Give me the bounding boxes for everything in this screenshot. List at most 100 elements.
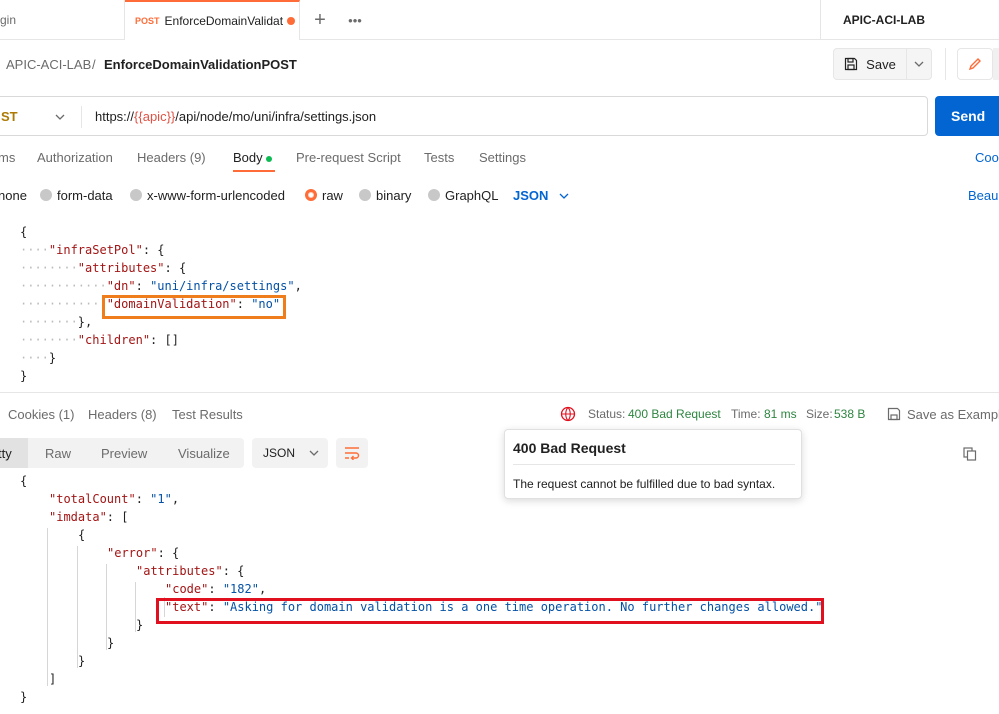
tab-response-headers[interactable]: Headers (8) xyxy=(88,407,157,422)
tab-cookies[interactable]: Cookies (1) xyxy=(8,407,74,422)
wrap-lines-icon xyxy=(345,447,360,460)
save-options-button[interactable] xyxy=(906,48,932,80)
toolbar-overflow xyxy=(993,48,999,80)
view-preview-label: Preview xyxy=(101,445,148,461)
size-label: Size: xyxy=(806,407,833,421)
tab-test-results[interactable]: Test Results xyxy=(172,407,243,422)
url-input[interactable]: https://{{apic}}/api/node/mo/uni/infra/s… xyxy=(95,109,376,124)
cookies-link[interactable]: Coo xyxy=(975,150,999,165)
indent-guide xyxy=(47,528,48,686)
save-icon xyxy=(845,57,858,71)
resp-line-7: "code": "182", xyxy=(165,582,267,596)
key-attributes: "attributes" xyxy=(77,261,165,275)
tooltip-divider xyxy=(513,464,795,465)
status-tooltip: 400 Bad Request The request cannot be fu… xyxy=(504,429,802,499)
body-type-urlencoded[interactable]: x-www-form-urlencoded xyxy=(147,188,285,203)
response-format-label: JSON xyxy=(263,446,296,460)
view-visualize[interactable]: Visualize xyxy=(178,438,230,468)
key-infrasetpol: "infraSetPol" xyxy=(48,243,143,257)
tab-active-request[interactable]: POST EnforceDomainValidat xyxy=(125,0,300,40)
tab-body[interactable]: Body xyxy=(233,150,263,165)
breadcrumb-collection[interactable]: APIC-ACI-LAB xyxy=(6,57,91,72)
value-totalcount: "1" xyxy=(150,492,172,506)
method-chevron-down-icon[interactable] xyxy=(55,114,65,120)
view-pretty[interactable]: tty xyxy=(0,438,28,468)
url-variable: {{apic}} xyxy=(134,109,176,124)
time-value[interactable]: 81 ms xyxy=(764,407,797,421)
active-tab-underline xyxy=(233,170,275,172)
url-prefix: https:// xyxy=(95,109,135,124)
view-raw-label: Raw xyxy=(45,445,72,461)
body-type-binary[interactable]: binary xyxy=(376,188,411,203)
save-as-example-button[interactable]: Save as Example xyxy=(907,407,999,422)
body-format-select[interactable]: JSON xyxy=(513,188,548,203)
globe-icon[interactable] xyxy=(560,406,576,422)
code-line-3: ········"attributes": { xyxy=(20,261,187,275)
key-totalcount: "totalCount" xyxy=(49,492,136,506)
highlight-domain-validation xyxy=(102,295,286,319)
resp-line-3: "imdata": [ xyxy=(49,510,129,524)
environment-selector[interactable]: APIC-ACI-LAB xyxy=(820,0,999,40)
key-imdata: "imdata" xyxy=(49,510,107,524)
tab-previous[interactable]: gin xyxy=(0,0,125,40)
page-title: EnforceDomainValidationPOST xyxy=(104,57,297,72)
tab-tests[interactable]: Tests xyxy=(424,150,454,165)
more-tabs-icon[interactable]: ••• xyxy=(345,0,365,40)
chevron-down-icon xyxy=(914,61,924,67)
value-code: "182" xyxy=(222,582,259,596)
status-value[interactable]: 400 Bad Request xyxy=(628,407,721,421)
resp-line-1: { xyxy=(20,474,28,488)
tab-authorization[interactable]: Authorization xyxy=(37,150,113,165)
time-label: Time: xyxy=(731,407,761,421)
method-selector[interactable]: ST xyxy=(1,109,18,124)
send-button[interactable]: Send xyxy=(935,96,999,136)
value-dn: "uni/infra/settings" xyxy=(150,279,295,293)
format-chevron-down-icon[interactable] xyxy=(559,193,569,199)
resp-line-5: "error": { xyxy=(107,546,180,560)
save-example-icon xyxy=(887,407,901,421)
resp-line-11: } xyxy=(78,654,86,668)
tab-params[interactable]: ms xyxy=(0,150,15,165)
response-format-select[interactable]: JSON xyxy=(252,438,328,468)
value-children: [] xyxy=(164,333,179,347)
tab-pre-request-script[interactable]: Pre-request Script xyxy=(296,150,401,165)
code-line-4: ············"dn": "uni/infra/settings", xyxy=(20,279,302,293)
breadcrumb: APIC-ACI-LAB / EnforceDomainValidationPO… xyxy=(0,40,999,88)
resp-line-4: { xyxy=(78,528,86,542)
toolbar-divider xyxy=(945,48,946,80)
save-button[interactable]: Save xyxy=(833,48,907,80)
tab-headers[interactable]: Headers (9) xyxy=(137,150,206,165)
body-type-none[interactable]: none xyxy=(0,188,27,203)
radio-binary[interactable] xyxy=(359,189,371,201)
code-line-9: } xyxy=(20,369,28,383)
status-label: Status: xyxy=(588,407,626,421)
wrap-lines-button[interactable] xyxy=(336,438,368,468)
resp-line-10: } xyxy=(107,636,115,650)
size-value[interactable]: 538 B xyxy=(834,407,865,421)
tab-settings[interactable]: Settings xyxy=(479,150,526,165)
code-line-7: ········"children": [] xyxy=(20,333,179,347)
highlight-error-text xyxy=(156,598,824,624)
code-line-8: ····} xyxy=(20,351,57,365)
environment-name: APIC-ACI-LAB xyxy=(843,13,925,27)
edit-button[interactable] xyxy=(957,48,993,80)
view-raw[interactable]: Raw xyxy=(45,438,71,468)
body-type-graphql[interactable]: GraphQL xyxy=(445,188,498,203)
new-tab-plus-icon[interactable]: + xyxy=(310,0,330,40)
radio-raw[interactable] xyxy=(305,189,317,201)
copy-icon[interactable] xyxy=(963,447,977,461)
radio-form-data[interactable] xyxy=(40,189,52,201)
resp-line-6: "attributes": { xyxy=(136,564,245,578)
pane-divider[interactable] xyxy=(0,392,999,393)
chevron-down-icon xyxy=(309,450,319,456)
resp-line-12: ] xyxy=(49,672,57,686)
beautify-link[interactable]: Beau xyxy=(968,188,998,203)
view-preview[interactable]: Preview xyxy=(101,438,147,468)
radio-urlencoded[interactable] xyxy=(130,189,142,201)
body-type-form-data[interactable]: form-data xyxy=(57,188,113,203)
body-type-raw[interactable]: raw xyxy=(322,188,343,203)
tooltip-body: The request cannot be fulfilled due to b… xyxy=(513,477,776,491)
view-pretty-label: tty xyxy=(0,445,12,461)
code-line-6: ········}, xyxy=(20,315,93,329)
radio-graphql[interactable] xyxy=(428,189,440,201)
